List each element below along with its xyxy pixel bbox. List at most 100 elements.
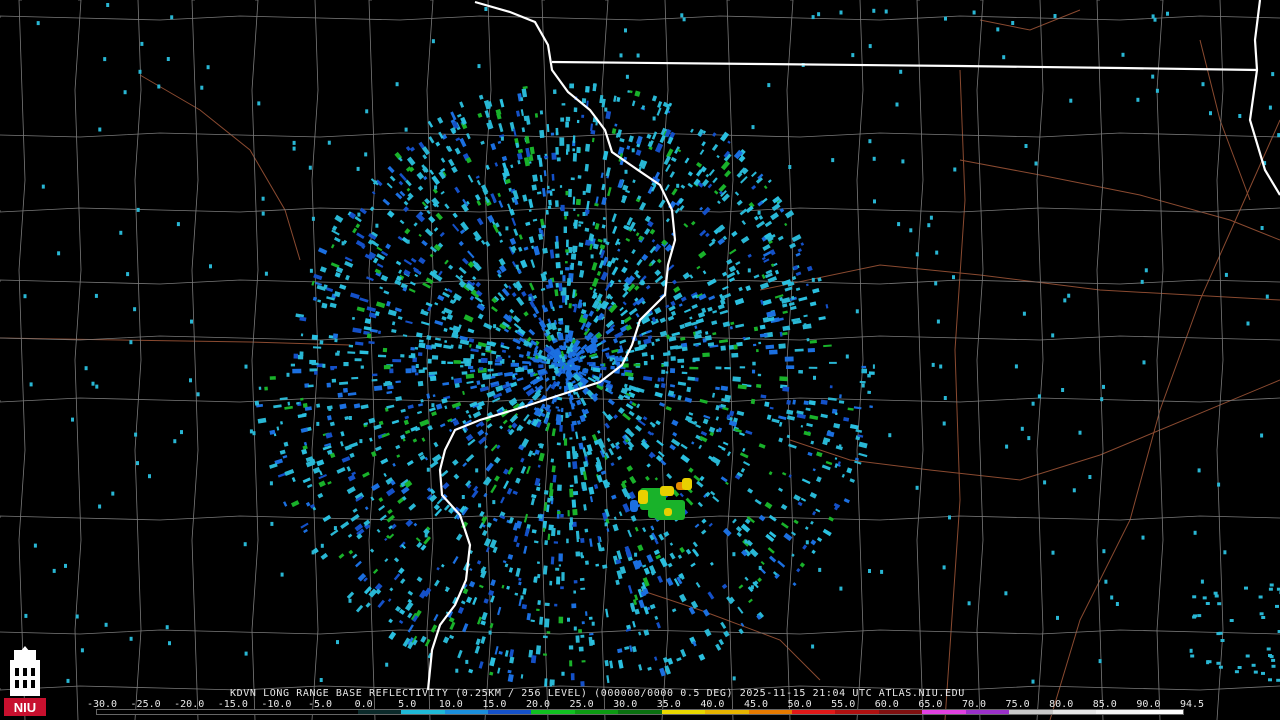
- radar-echo-speck: [590, 254, 594, 259]
- radar-echo-gate: [669, 368, 676, 374]
- radar-echo-speck: [943, 396, 947, 400]
- radar-echo-speck: [1104, 579, 1108, 584]
- radar-echo-speck: [591, 621, 595, 626]
- radar-echo-gate: [764, 401, 770, 407]
- radar-echo-speck: [365, 109, 369, 114]
- radar-echo-speck: [176, 222, 180, 227]
- radar-echo-gate: [555, 146, 559, 155]
- colorbar-segment: [401, 710, 445, 714]
- radar-echo-gate: [782, 386, 790, 392]
- colorbar-segment: [705, 710, 749, 714]
- radar-echo-speck: [1067, 293, 1071, 298]
- radar-echo-gate: [531, 184, 538, 191]
- radar-echo-gate: [585, 86, 590, 93]
- radar-echo-speck: [129, 340, 133, 345]
- radar-echo-gate: [542, 247, 548, 254]
- radar-echo-gate: [478, 367, 484, 371]
- radar-echo-speck: [942, 565, 946, 570]
- radar-echo-gate: [311, 334, 319, 341]
- radar-echo-gate: [578, 646, 584, 652]
- radar-echo-speck: [1271, 72, 1275, 77]
- radar-echo-gate: [565, 267, 570, 271]
- radar-echo-gate: [543, 155, 549, 159]
- radar-echo-gate: [555, 414, 562, 422]
- radar-echo-speck: [309, 268, 313, 273]
- radar-echo-gate: [544, 540, 549, 546]
- radar-echo-gate: [872, 364, 875, 369]
- radar-echo-gate: [559, 185, 563, 188]
- colorbar-segment: [531, 710, 575, 714]
- radar-echo-gate: [581, 621, 585, 625]
- radar-echo-speck: [604, 522, 608, 527]
- radar-echo-gate: [859, 380, 866, 384]
- radar-echo-speck: [927, 223, 931, 228]
- radar-echo-speck: [261, 211, 265, 216]
- radar-echo-speck: [1088, 475, 1092, 479]
- radar-echo-gate: [545, 209, 549, 215]
- radar-echo-speck: [1190, 654, 1195, 658]
- radar-echo-gate: [553, 89, 557, 94]
- radar-echo-gate: [680, 365, 684, 369]
- radar-echo-gate: [803, 400, 809, 406]
- radar-echo-gate: [359, 350, 369, 355]
- colorbar-segment: [835, 710, 879, 714]
- radar-echo-speck: [1218, 665, 1223, 669]
- radar-echo-speck: [1005, 444, 1009, 449]
- radar-echo-speck: [868, 569, 871, 573]
- radar-echo-gate: [661, 369, 666, 375]
- radar-echo-gate: [373, 385, 383, 392]
- radar-echo-speck: [426, 467, 430, 472]
- radar-echo-speck: [692, 358, 696, 363]
- radar-echo-gate: [807, 347, 816, 353]
- radar-echo-speck: [1209, 111, 1212, 116]
- radar-echo-gate: [589, 632, 594, 636]
- radar-echo-speck: [1217, 602, 1222, 606]
- radar-echo-gate: [428, 371, 438, 375]
- radar-echo-gate: [569, 517, 574, 525]
- radar-echo-gate: [551, 527, 556, 537]
- radar-echo-gate: [820, 399, 828, 405]
- radar-echo-speck: [1144, 268, 1148, 273]
- radar-echo-speck: [104, 622, 108, 627]
- radar-echo-gate: [555, 282, 560, 288]
- radar-echo-speck: [1202, 596, 1207, 600]
- radar-echo-speck: [477, 64, 481, 69]
- radar-echo-speck: [23, 294, 27, 299]
- radar-echo-gate: [558, 321, 562, 324]
- radar-echo-speck: [1197, 468, 1201, 473]
- radar-echo-gate: [794, 348, 804, 352]
- radar-echo-speck: [817, 12, 821, 17]
- radar-echo-speck: [1031, 401, 1035, 406]
- radar-echo-gate: [547, 205, 552, 210]
- radar-echo-speck: [944, 16, 947, 21]
- radar-echo-speck: [168, 641, 171, 646]
- radar-echo-speck: [111, 491, 115, 496]
- radar-echo-gate: [566, 278, 571, 286]
- radar-echo-gate: [572, 509, 578, 516]
- radar-echo-gate: [567, 462, 571, 468]
- radar-echo-gate: [572, 245, 578, 253]
- radar-echo-gate: [342, 387, 348, 393]
- radar-echo-speck: [75, 614, 79, 619]
- radar-echo-speck: [249, 429, 253, 434]
- radar-echo-speck: [868, 139, 872, 144]
- radar-echo-gate: [515, 367, 525, 373]
- radar-echo-gate: [572, 303, 576, 307]
- radar-echo-speck: [173, 439, 177, 444]
- radar-echo-speck: [873, 199, 876, 204]
- radar-echo-speck: [1246, 321, 1250, 326]
- colorbar-segment: [140, 710, 184, 714]
- radar-echo-speck: [29, 382, 33, 387]
- radar-echo-gate: [751, 369, 756, 374]
- radar-echo-gate: [581, 660, 586, 663]
- radar-echo-gate: [343, 361, 349, 367]
- radar-echo-gate: [417, 352, 423, 357]
- radar-echo-speck: [1275, 604, 1279, 608]
- radar-echo-speck: [1100, 397, 1104, 402]
- radar-echo-speck: [170, 15, 174, 20]
- radar-echo-gate: [568, 411, 572, 417]
- radar-echo-gate: [377, 354, 387, 358]
- radar-echo-speck: [839, 586, 843, 591]
- radar-echo-gate: [566, 239, 569, 248]
- radar-echo-gate: [371, 373, 378, 377]
